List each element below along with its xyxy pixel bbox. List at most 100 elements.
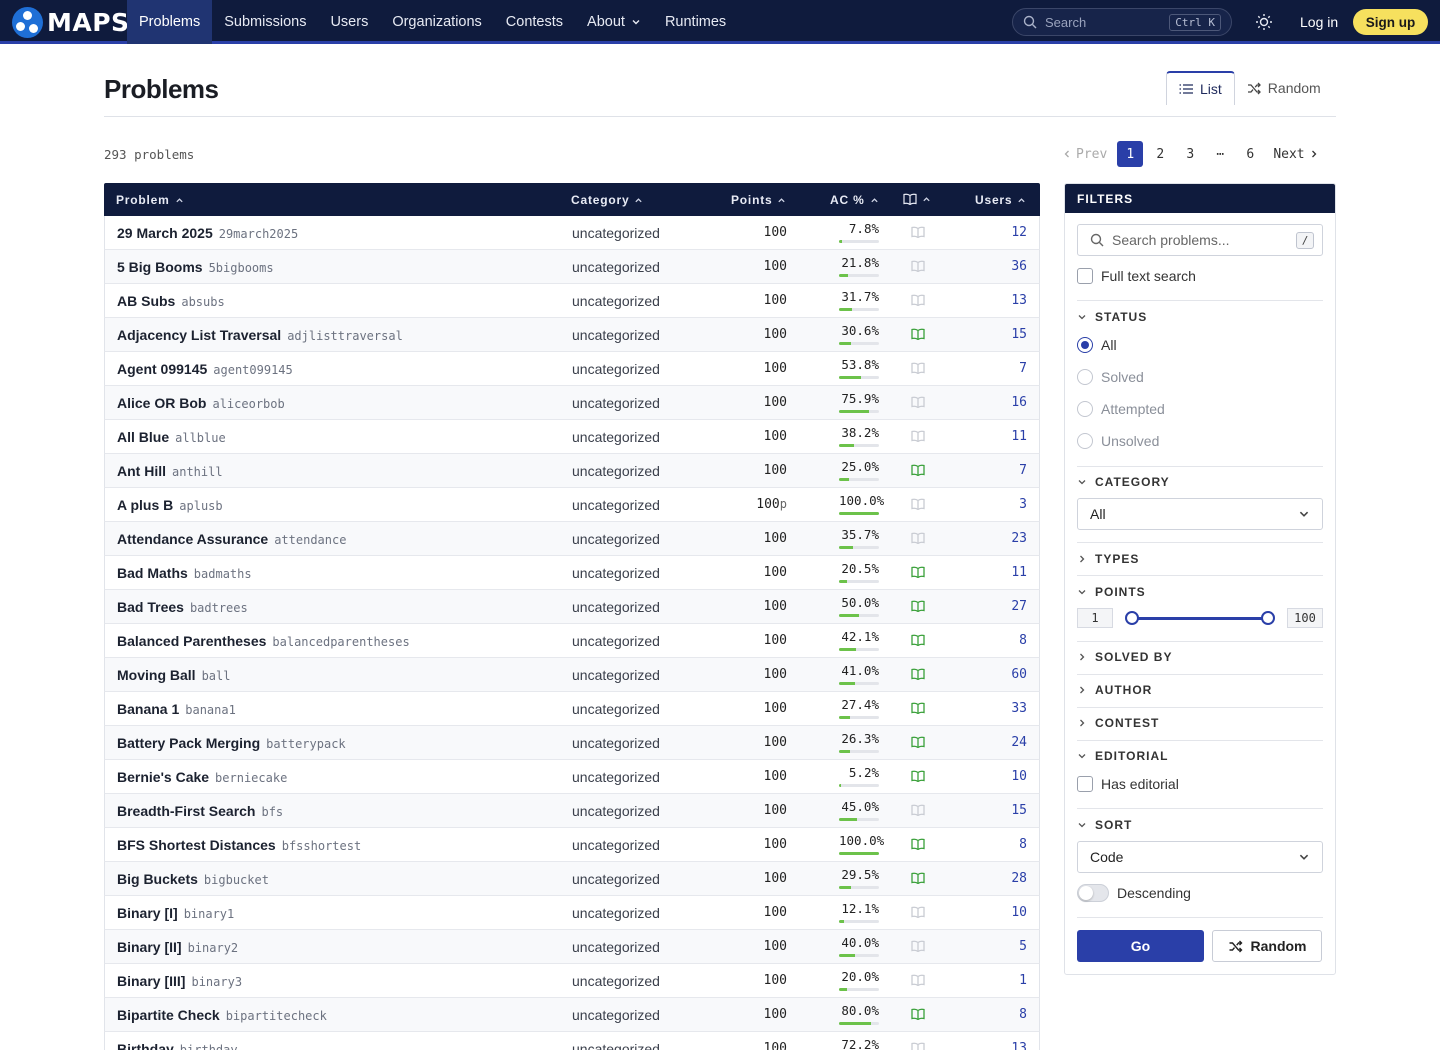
table-row[interactable]: Moving Ball ball uncategorized 100 41.0% 60 [104, 658, 1040, 692]
col-editorial[interactable] [903, 193, 931, 205]
problem-link[interactable]: 5 Big Booms 5bigbooms [117, 259, 274, 275]
table-row[interactable]: Binary [I] binary1 uncategorized 100 12.1% 10 [104, 896, 1040, 930]
col-points[interactable]: Points [731, 193, 786, 207]
problem-users-link[interactable]: 10 [1011, 905, 1027, 920]
pagination-page-2[interactable]: 2 [1147, 141, 1173, 167]
nav-problems[interactable]: Problems [127, 0, 213, 44]
problem-users-link[interactable]: 60 [1011, 667, 1027, 682]
descending-toggle[interactable]: Descending [1077, 884, 1191, 902]
problem-link[interactable]: AB Subs absubs [117, 293, 225, 309]
status-solved-radio[interactable] [1077, 369, 1093, 385]
problem-users-link[interactable]: 7 [1019, 463, 1027, 478]
nav-organizations[interactable]: Organizations [380, 0, 493, 44]
pagination-page-6[interactable]: 6 [1237, 141, 1263, 167]
sun-icon[interactable] [1254, 12, 1274, 32]
pagination-next[interactable]: Next [1267, 141, 1324, 167]
problem-users-link[interactable]: 33 [1011, 701, 1027, 716]
table-row[interactable]: Adjacency List Traversal adjlisttraversal… [104, 318, 1040, 352]
problem-link[interactable]: BFS Shortest Distances bfsshortest [117, 837, 361, 853]
table-row[interactable]: A plus B aplusb uncategorized 100p 100.0% 3 [104, 488, 1040, 522]
status-attempted-radio[interactable] [1077, 401, 1093, 417]
status-attempted[interactable]: Attempted [1077, 401, 1165, 417]
problem-users-link[interactable]: 3 [1019, 497, 1027, 512]
pagination-prev[interactable]: Prev [1056, 141, 1113, 167]
points-max-input[interactable]: 100 [1287, 608, 1323, 628]
problem-link[interactable]: Breadth-First Search bfs [117, 803, 283, 819]
table-row[interactable]: Bad Trees badtrees uncategorized 100 50.0% 27 [104, 590, 1040, 624]
status-solved[interactable]: Solved [1077, 369, 1144, 385]
problem-users-link[interactable]: 16 [1011, 395, 1027, 410]
section-sort[interactable]: SORT [1077, 818, 1132, 832]
problem-link[interactable]: Attendance Assurance attendance [117, 531, 346, 547]
problem-users-link[interactable]: 23 [1011, 531, 1027, 546]
table-row[interactable]: 5 Big Booms 5bigbooms uncategorized 100 21.8… [104, 250, 1040, 284]
has-editorial-checkbox[interactable] [1077, 776, 1093, 792]
table-row[interactable]: Bernie's Cake berniecake uncategorized 100 5… [104, 760, 1040, 794]
problem-users-link[interactable]: 28 [1011, 871, 1027, 886]
has-editorial-toggle[interactable]: Has editorial [1077, 776, 1179, 792]
problem-link[interactable]: Bad Trees badtrees [117, 599, 248, 615]
table-row[interactable]: Breadth-First Search bfs uncategorized 100 4… [104, 794, 1040, 828]
global-search[interactable]: Search Ctrl K [1012, 8, 1232, 36]
table-row[interactable]: 29 March 2025 29march2025 uncategorized 100… [104, 216, 1040, 250]
section-solved-by[interactable]: SOLVED BY [1077, 650, 1172, 664]
table-row[interactable]: Big Buckets bigbucket uncategorized 100 29.5… [104, 862, 1040, 896]
status-unsolved-radio[interactable] [1077, 433, 1093, 449]
brand-logo[interactable]: MAPS [12, 6, 130, 38]
editorial-book-icon[interactable] [911, 838, 925, 850]
editorial-book-icon[interactable] [911, 702, 925, 714]
table-row[interactable]: AB Subs absubs uncategorized 100 31.7% 13 [104, 284, 1040, 318]
section-category[interactable]: CATEGORY [1077, 475, 1170, 489]
problem-users-link[interactable]: 13 [1011, 1041, 1027, 1050]
section-contest[interactable]: CONTEST [1077, 716, 1159, 730]
nav-runtimes[interactable]: Runtimes [653, 0, 738, 44]
problem-link[interactable]: Adjacency List Traversal adjlisttraversal [117, 327, 403, 343]
problem-link[interactable]: Binary [III] binary3 [117, 973, 242, 989]
full-text-search-toggle[interactable]: Full text search [1077, 268, 1196, 284]
problem-users-link[interactable]: 11 [1011, 429, 1027, 444]
nav-users[interactable]: Users [318, 0, 380, 44]
points-slider-track[interactable] [1132, 617, 1268, 620]
editorial-book-icon[interactable] [911, 770, 925, 782]
editorial-book-icon[interactable] [911, 600, 925, 612]
problem-search-input[interactable]: Search problems... / [1077, 224, 1323, 256]
full-text-checkbox[interactable] [1077, 268, 1093, 284]
problem-users-link[interactable]: 24 [1011, 735, 1027, 750]
problem-users-link[interactable]: 15 [1011, 327, 1027, 342]
problem-link[interactable]: Bipartite Check bipartitecheck [117, 1007, 327, 1023]
table-row[interactable]: Alice OR Bob aliceorbob uncategorized 100 75… [104, 386, 1040, 420]
table-row[interactable]: Attendance Assurance attendance uncategori… [104, 522, 1040, 556]
random-button[interactable]: Random [1212, 930, 1322, 962]
problem-users-link[interactable]: 13 [1011, 293, 1027, 308]
problem-users-link[interactable]: 7 [1019, 361, 1027, 376]
table-row[interactable]: Birthday birthday uncategorized 100 72.2% 13 [104, 1032, 1040, 1050]
problem-link[interactable]: Big Buckets bigbucket [117, 871, 269, 887]
editorial-book-icon[interactable] [911, 736, 925, 748]
problem-users-link[interactable]: 15 [1011, 803, 1027, 818]
table-row[interactable]: All Blue allblue uncategorized 100 38.2% 11 [104, 420, 1040, 454]
problem-link[interactable]: Battery Pack Merging batterypack [117, 735, 346, 751]
table-row[interactable]: Balanced Parentheses balancedparentheses u… [104, 624, 1040, 658]
points-min-handle[interactable] [1125, 611, 1139, 625]
table-row[interactable]: Banana 1 banana1 uncategorized 100 27.4% 33 [104, 692, 1040, 726]
tab-random[interactable]: Random [1235, 71, 1333, 105]
col-users[interactable]: Users [975, 193, 1026, 207]
tab-list[interactable]: List [1166, 71, 1235, 105]
status-unsolved[interactable]: Unsolved [1077, 433, 1159, 449]
table-row[interactable]: Battery Pack Merging batterypack uncategor… [104, 726, 1040, 760]
problem-link[interactable]: Binary [I] binary1 [117, 905, 234, 921]
nav-contests[interactable]: Contests [494, 0, 575, 44]
problem-link[interactable]: Alice OR Bob aliceorbob [117, 395, 285, 411]
section-types[interactable]: TYPES [1077, 552, 1139, 566]
problem-link[interactable]: All Blue allblue [117, 429, 226, 445]
problem-users-link[interactable]: 8 [1019, 1007, 1027, 1022]
section-editorial[interactable]: EDITORIAL [1077, 749, 1168, 763]
editorial-book-icon[interactable] [911, 872, 925, 884]
points-min-input[interactable]: 1 [1077, 608, 1113, 628]
problem-users-link[interactable]: 12 [1011, 225, 1027, 240]
problem-users-link[interactable]: 8 [1019, 837, 1027, 852]
nav-submissions[interactable]: Submissions [212, 0, 318, 44]
problem-link[interactable]: Banana 1 banana1 [117, 701, 236, 717]
editorial-book-icon[interactable] [911, 668, 925, 680]
status-all[interactable]: All [1077, 337, 1117, 353]
